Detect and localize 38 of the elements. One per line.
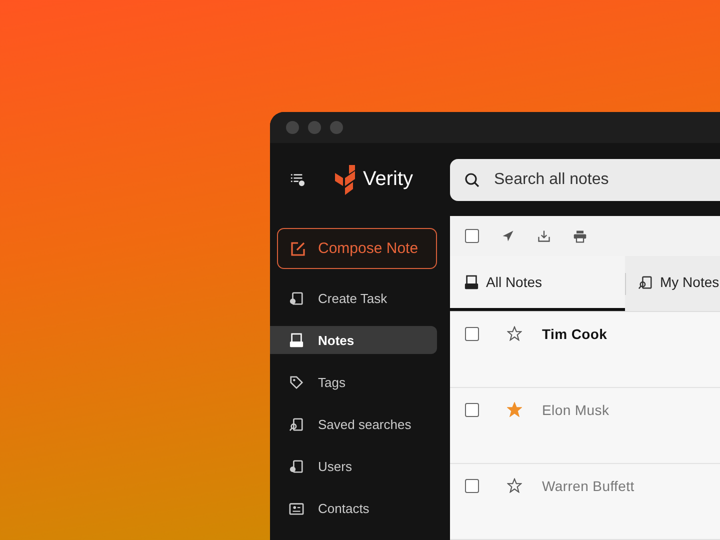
tab[interactable]: All Notes — [450, 256, 625, 311]
inbox-icon — [464, 274, 479, 290]
user-document-icon — [289, 458, 304, 474]
sidebar-item[interactable]: Contacts — [270, 494, 437, 522]
list-icon[interactable] — [290, 172, 305, 187]
search-field[interactable]: Search all notes — [450, 158, 720, 200]
note-row[interactable]: Warren Buffett — [450, 464, 720, 540]
sidebar-item[interactable]: Saved searches — [270, 410, 437, 438]
checkbox[interactable] — [465, 229, 479, 243]
checkbox[interactable] — [465, 327, 479, 341]
download-icon[interactable] — [537, 229, 551, 243]
document-search-icon — [289, 416, 304, 432]
note-row[interactable]: Tim Cook — [450, 312, 720, 388]
star-icon[interactable] — [507, 402, 522, 417]
edit-icon — [290, 240, 306, 256]
note-title: Warren Buffett — [542, 478, 634, 494]
note-row[interactable]: Elon Musk — [450, 388, 720, 464]
sidebar-item[interactable]: Users — [270, 452, 437, 480]
star-icon[interactable] — [507, 478, 522, 493]
checkbox[interactable] — [465, 403, 479, 417]
inbox-icon — [289, 332, 304, 348]
logo-icon — [335, 164, 357, 194]
sidebar-item[interactable]: Tags — [270, 368, 437, 396]
printer-icon[interactable] — [573, 229, 587, 243]
star-icon[interactable] — [507, 326, 522, 341]
app-name: Verity — [363, 168, 414, 191]
paper-plane-icon[interactable] — [501, 229, 515, 243]
document-search-icon — [638, 274, 653, 290]
note-title: Elon Musk — [542, 402, 610, 418]
note-title: Tim Cook — [542, 326, 608, 342]
sidebar-item[interactable]: Create Task — [270, 284, 437, 312]
tag-icon — [289, 374, 304, 390]
contact-card-icon — [289, 500, 304, 516]
tab[interactable]: My Notes — [626, 256, 720, 311]
compose-button[interactable]: Compose Note — [277, 228, 437, 269]
clipboard-icon — [289, 290, 304, 306]
sidebar-item[interactable]: Notes — [270, 326, 437, 354]
checkbox[interactable] — [465, 479, 479, 493]
